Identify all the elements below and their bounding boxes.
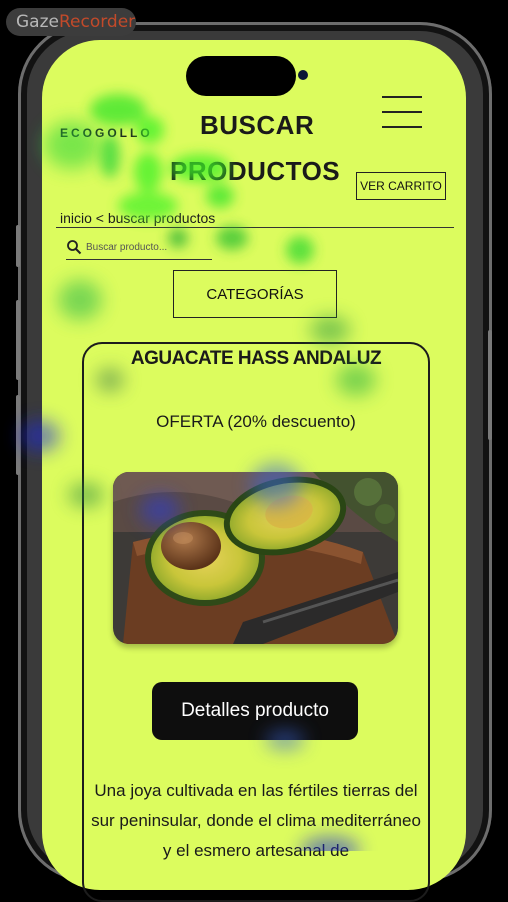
search-icon[interactable]: [66, 239, 82, 255]
hamburger-menu-icon[interactable]: [382, 94, 422, 130]
product-image[interactable]: [113, 472, 398, 644]
product-name: AGUACATE HASS ANDALUZ: [130, 348, 382, 369]
product-description: Una joya cultivada en las fértiles tierr…: [91, 781, 421, 860]
gaze-recorder-badge: GazeRecorder: [6, 8, 136, 36]
phone-side-button: [16, 300, 20, 380]
menu-line: [382, 111, 422, 113]
offer-label: OFERTA (20% descuento): [156, 412, 356, 431]
phone-side-button: [488, 330, 492, 440]
menu-line: [382, 96, 422, 98]
search-input[interactable]: [86, 239, 210, 256]
view-cart-button[interactable]: VER CARRITO: [356, 172, 446, 200]
phone-side-button: [16, 225, 20, 267]
search-bar[interactable]: [66, 239, 212, 260]
brand-logo[interactable]: ECOGOLLO: [60, 126, 153, 140]
menu-line: [382, 126, 422, 128]
gaze-badge-text: Gaze: [16, 12, 59, 32]
page-title-line2: PRODUCTOS: [170, 156, 341, 186]
dynamic-island: [186, 56, 296, 96]
divider: [56, 227, 454, 228]
page-title-line1: BUSCAR: [200, 110, 315, 140]
breadcrumb[interactable]: inicio < buscar productos: [60, 210, 215, 226]
product-details-button[interactable]: Detalles producto: [152, 682, 358, 740]
phone-side-button: [16, 395, 20, 475]
page-title: BUSCAR PRODUCTOS: [170, 102, 350, 194]
camera-icon: [298, 70, 308, 80]
categories-button[interactable]: CATEGORÍAS: [173, 270, 337, 318]
recorder-badge-text: Recorder: [58, 12, 136, 32]
